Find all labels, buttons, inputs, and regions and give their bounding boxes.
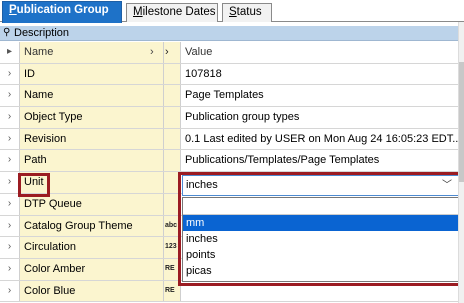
row-expand-icon[interactable]: ›: [0, 150, 20, 172]
vertical-scrollbar[interactable]: [458, 22, 464, 303]
pin-icon[interactable]: ⚲: [3, 26, 10, 40]
highlight-unit-label: [18, 173, 50, 197]
type-badge: [164, 63, 181, 85]
table-row[interactable]: › ID 107818: [0, 63, 458, 86]
row-name: Color Amber: [20, 258, 164, 280]
row-name: Object Type: [20, 107, 164, 128]
row-name: Name: [20, 85, 164, 107]
table-row[interactable]: › Path Publications/Templates/Page Templ…: [0, 150, 458, 173]
row-name: ID: [20, 63, 164, 85]
tab-label: Milestone Dates: [133, 6, 216, 18]
column-header-name-label: Name: [24, 46, 54, 58]
row-expand-icon[interactable]: ›: [0, 215, 20, 237]
row-name: Color Blue: [20, 280, 164, 302]
tab-label: Status: [229, 6, 262, 18]
description-label: Description: [14, 27, 70, 39]
row-expand-icon[interactable]: ›: [0, 128, 20, 150]
type-badge: [164, 150, 181, 172]
tab-milestone-dates[interactable]: Milestone Dates: [126, 3, 218, 22]
row-value[interactable]: Publications/Templates/Page Templates: [181, 150, 458, 172]
tab-status[interactable]: Status: [222, 3, 272, 22]
row-value[interactable]: Publication group types: [181, 107, 458, 128]
type-badge: [164, 128, 181, 150]
type-badge: [164, 85, 181, 107]
row-name: Revision: [20, 128, 164, 150]
row-value[interactable]: 0.1 Last edited by USER on Mon Aug 24 16…: [181, 128, 458, 150]
row-expand-icon[interactable]: ›: [0, 63, 20, 85]
row-expand-icon[interactable]: ›: [0, 193, 20, 215]
row-expand-icon: ▸: [0, 42, 20, 63]
row-value[interactable]: 107818: [181, 63, 458, 85]
table-row[interactable]: › Revision 0.1 Last edited by USER on Mo…: [0, 128, 458, 151]
row-expand-icon[interactable]: ›: [0, 107, 20, 128]
table-row[interactable]: › Name Page Templates: [0, 85, 458, 108]
tab-label: Publication Group: [9, 4, 109, 16]
row-expand-icon[interactable]: ›: [0, 172, 20, 193]
description-bar[interactable]: ⚲ Description: [0, 26, 458, 41]
row-expand-icon[interactable]: ›: [0, 280, 20, 302]
row-expand-icon[interactable]: ›: [0, 258, 20, 280]
column-header-value-label: Value: [185, 46, 213, 58]
row-expand-icon[interactable]: ›: [0, 85, 20, 107]
highlight-unit-dropdown: [178, 172, 462, 286]
column-header-value[interactable]: Value: [181, 42, 458, 63]
scrollbar-thumb[interactable]: [459, 62, 464, 182]
tab-publication-group[interactable]: Publication Group: [2, 1, 122, 23]
type-badge: [164, 107, 181, 128]
row-name: Path: [20, 150, 164, 172]
column-header-name[interactable]: Name: [20, 42, 164, 63]
column-header-type: ›: [164, 42, 181, 63]
row-expand-icon[interactable]: ›: [0, 237, 20, 258]
table-row[interactable]: › Object Type Publication group types: [0, 107, 458, 129]
chevron-right-icon[interactable]: ›: [165, 46, 169, 58]
grid-header-row: ▸ Name › › Value: [0, 42, 458, 64]
chevron-right-icon[interactable]: ›: [150, 42, 154, 62]
row-value[interactable]: Page Templates: [181, 85, 458, 107]
row-name: Circulation: [20, 237, 164, 258]
tab-bar: Publication Group Milestone Dates Status: [0, 0, 464, 23]
row-name: Catalog Group Theme: [20, 215, 164, 237]
